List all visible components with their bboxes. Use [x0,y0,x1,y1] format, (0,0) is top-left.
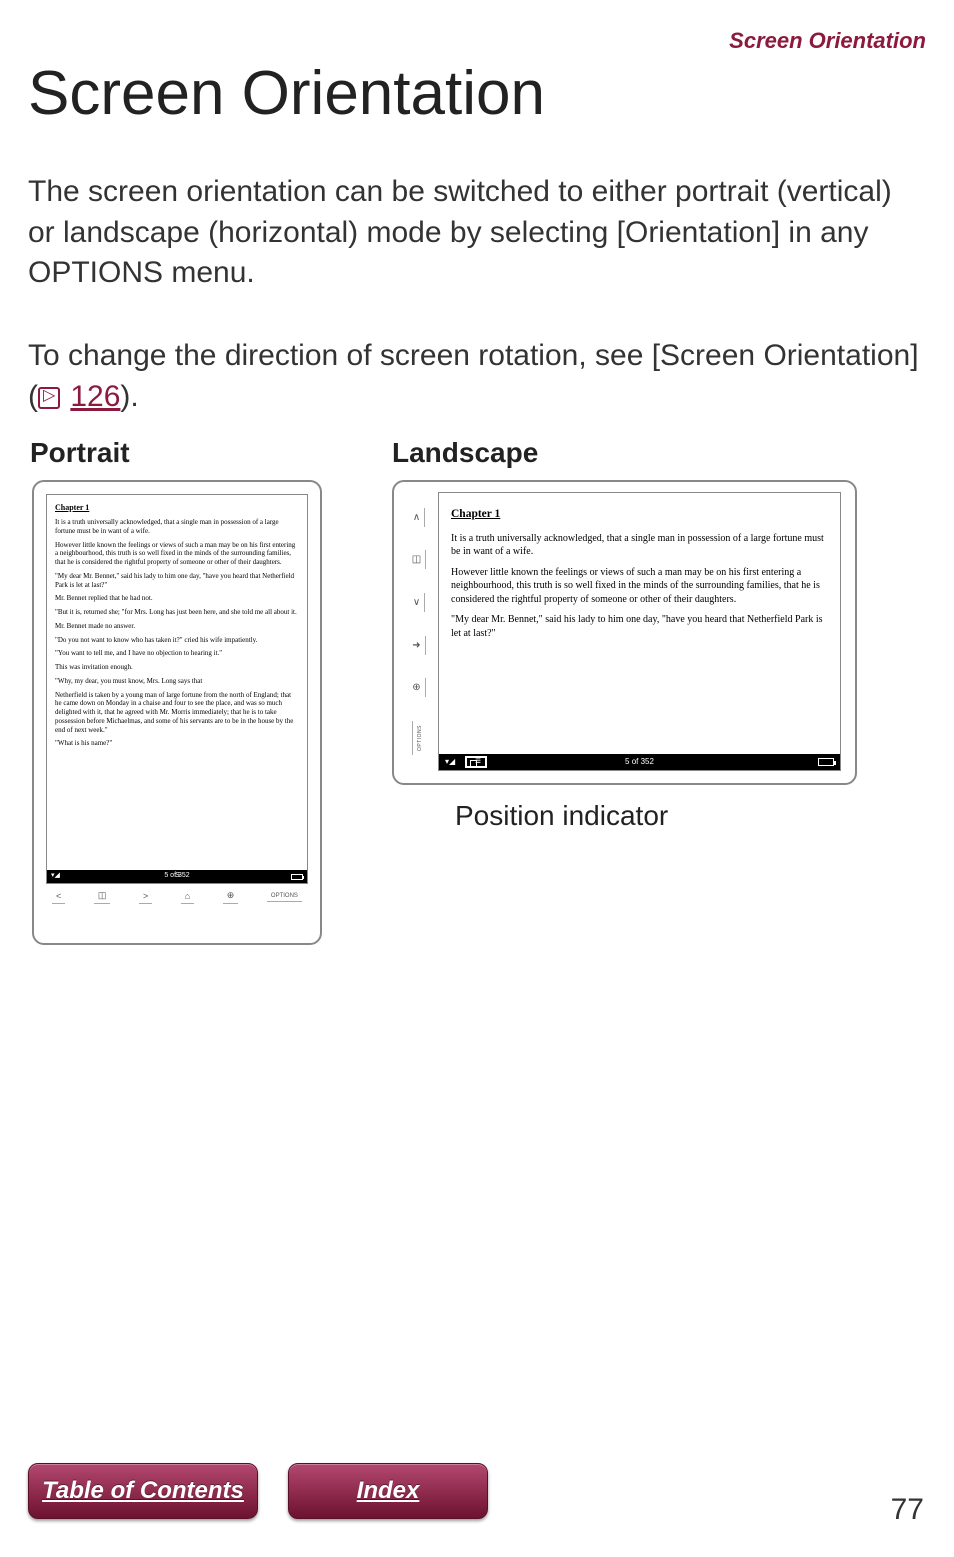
landscape-heading: Landscape [392,437,538,469]
signal-icon: ▾◢ [51,872,60,881]
options-label: OPTIONS [267,893,302,902]
book-icon: ◫ [94,890,111,904]
options-label: OPTIONS [412,721,425,755]
portrait-status-bar: ▾◢ S 5 of 352 [47,870,307,883]
landscape-status-bar: ▾◢ 5 of 352 [439,754,840,770]
para2-suffix: ). [120,380,138,413]
para2-prefix: To change the direction of screen rotati… [28,339,919,413]
portrait-page-count: 5 of 352 [164,872,189,881]
landscape-text: "My dear Mr. Bennet," said his lady to h… [451,613,828,640]
page-number: 77 [891,1493,924,1527]
portrait-screen: Chapter 1 It is a truth universally ackn… [46,494,308,884]
page-ref-icon [38,387,60,409]
landscape-text: However little known the feelings or vie… [451,566,828,607]
book-icon: ◫ [410,550,426,569]
home-icon: ⌂ [181,891,194,904]
portrait-text: It is a truth universally acknowledged, … [55,518,299,536]
landscape-device-buttons: ∧ ◫ ∨ ➜ ⊕ OPTIONS [404,492,432,771]
landscape-chapter-heading: Chapter 1 [451,507,828,523]
home-icon: ➜ [410,636,425,655]
portrait-heading: Portrait [30,437,130,469]
portrait-chapter-heading: Chapter 1 [55,503,299,513]
landscape-text: It is a truth universally acknowledged, … [451,532,828,559]
position-indicator-caption: Position indicator [455,800,668,832]
battery-icon [291,874,303,880]
down-icon: ∨ [411,593,425,612]
intro-paragraph-1: The screen orientation can be switched t… [28,172,926,294]
portrait-text: "You want to tell me, and I have no obje… [55,649,299,658]
portrait-text: "Why, my dear, you must know, Mrs. Long … [55,677,299,686]
landscape-screen: Chapter 1 It is a truth universally ackn… [438,492,841,771]
portrait-text: This was invitation enough. [55,663,299,672]
signal-icon: ▾◢ [445,757,455,768]
portrait-text: "My dear Mr. Bennet," said his lady to h… [55,572,299,590]
portrait-text: However little known the feelings or vie… [55,541,299,567]
portrait-text: Netherfield is taken by a young man of l… [55,691,299,735]
portrait-text: "What is his name?" [55,739,299,748]
landscape-page-count: 5 of 352 [625,757,654,768]
portrait-text: "But it is, returned she; "for Mrs. Long… [55,608,299,617]
battery-icon [818,758,834,766]
up-icon: ∧ [411,508,425,527]
portrait-text: "Do you not want to know who has taken i… [55,636,299,645]
table-of-contents-button[interactable]: Table of Contents [28,1463,258,1519]
prev-icon: < [52,891,65,904]
position-indicator-icon [465,756,487,768]
next-icon: > [139,891,152,904]
intro-paragraph-2: To change the direction of screen rotati… [28,336,926,417]
zoom-icon: ⊕ [410,678,425,697]
page-ref-link[interactable]: 126 [70,380,120,413]
header-breadcrumb: Screen Orientation [729,28,926,54]
portrait-device-buttons: < ◫ > ⌂ ⊕ OPTIONS [46,890,308,904]
portrait-text: Mr. Bennet replied that he had not. [55,594,299,603]
portrait-device-illustration: Chapter 1 It is a truth universally ackn… [32,480,322,945]
page-title: Screen Orientation [28,58,545,129]
portrait-text: Mr. Bennet made no answer. [55,622,299,631]
zoom-icon: ⊕ [223,890,239,904]
index-button[interactable]: Index [288,1463,488,1519]
landscape-device-illustration: ∧ ◫ ∨ ➜ ⊕ OPTIONS Chapter 1 It is a trut… [392,480,857,785]
